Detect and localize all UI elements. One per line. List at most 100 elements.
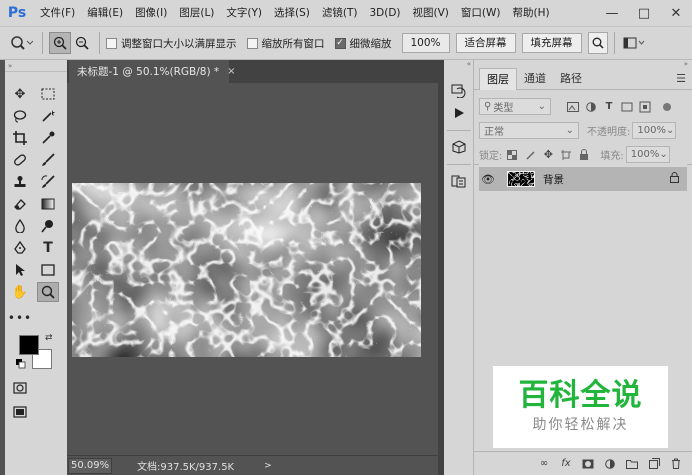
zoom-out-button[interactable]	[71, 32, 93, 54]
hand-tool[interactable]: ✋	[9, 282, 31, 302]
fill-field[interactable]: 100% ⌄	[625, 146, 670, 163]
minimize-button[interactable]: —	[596, 0, 628, 26]
shape-filter-icon[interactable]	[619, 99, 635, 115]
link-icon[interactable]: ∞	[536, 456, 552, 472]
new-layer-icon[interactable]	[646, 456, 662, 472]
move-tool[interactable]: ✥	[9, 84, 31, 104]
brush-tool[interactable]	[37, 150, 59, 170]
crop-tool[interactable]	[9, 128, 31, 148]
restore-button[interactable]: □	[628, 0, 660, 26]
image-canvas[interactable]	[72, 183, 421, 357]
menu-layer[interactable]: 图层(L)	[173, 0, 220, 26]
panel-menu-icon[interactable]: ☰	[676, 72, 686, 85]
status-menu-arrow[interactable]: >	[264, 461, 272, 471]
tab-channels[interactable]: 通道	[517, 68, 553, 90]
smart-object-filter-icon[interactable]	[637, 99, 653, 115]
eye-visibility-icon[interactable]: 👁	[479, 173, 497, 186]
checkbox-checked[interactable]: ✓	[334, 37, 346, 49]
menu-view[interactable]: 视图(V)	[407, 0, 455, 26]
menu-file[interactable]: 文件(F)	[34, 0, 81, 26]
healing-brush-tool[interactable]	[9, 150, 31, 170]
history-brush-tool[interactable]	[37, 172, 59, 192]
menu-image[interactable]: 图像(I)	[129, 0, 173, 26]
magic-wand-tool[interactable]	[37, 106, 59, 126]
fill-screen-button[interactable]: 填充屏幕	[521, 33, 582, 53]
tab-layers[interactable]: 图层	[479, 68, 517, 90]
edit-toolbar-button[interactable]: •••	[8, 308, 31, 328]
eyedropper-tool[interactable]	[37, 128, 59, 148]
filter-kind-select[interactable]: ⚲ 类型 ⌄	[479, 98, 551, 115]
close-tab-icon[interactable]: ×	[227, 66, 235, 77]
quick-mask-button[interactable]	[9, 378, 31, 398]
resize-windows-checkbox[interactable]: 调整窗口大小以满屏显示	[106, 36, 237, 51]
close-window-button[interactable]: ✕	[660, 0, 692, 26]
document-tab[interactable]: 未标题-1 @ 50.1%(RGB/8) * ×	[69, 60, 236, 83]
rectangle-tool[interactable]	[37, 260, 59, 280]
menu-filter[interactable]: 滤镜(T)	[316, 0, 364, 26]
gradient-tool[interactable]	[37, 194, 59, 214]
path-selection-tool[interactable]	[9, 260, 31, 280]
mask-icon[interactable]	[580, 456, 596, 472]
eraser-tool[interactable]	[9, 194, 31, 214]
zoom-percent-field[interactable]: 100%	[401, 33, 450, 53]
stamp-tool[interactable]	[9, 172, 31, 192]
adjustment-filter-icon[interactable]	[583, 99, 599, 115]
screen-mode-button[interactable]	[9, 402, 31, 422]
lock-all-icon[interactable]	[576, 147, 592, 163]
opacity-field[interactable]: 100% ⌄	[632, 122, 677, 139]
zoom-status-field[interactable]: 50.09%	[68, 457, 112, 474]
fit-screen-button[interactable]: 适合屏幕	[455, 33, 516, 53]
fx-icon[interactable]: fx	[558, 456, 574, 472]
dock-collapse-icon[interactable]: «	[444, 60, 474, 70]
filter-toggle-icon[interactable]	[659, 99, 675, 115]
lock-position-icon[interactable]: ✥	[540, 147, 556, 163]
screen-mode-icon	[13, 406, 27, 418]
properties-panel-button[interactable]	[448, 170, 470, 192]
swap-colors-icon[interactable]: ⇄	[45, 333, 53, 343]
tool-preset-picker[interactable]	[6, 32, 36, 54]
zoom-tool-active[interactable]	[37, 282, 59, 302]
trash-icon[interactable]	[668, 456, 684, 472]
actions-panel-button[interactable]	[448, 102, 470, 124]
history-panel-button[interactable]	[448, 80, 470, 102]
stamp-icon	[14, 176, 26, 187]
cube-icon	[452, 140, 466, 154]
3d-panel-button[interactable]	[448, 136, 470, 158]
pixel-filter-icon[interactable]	[565, 99, 581, 115]
folder-icon[interactable]	[624, 456, 640, 472]
menu-help[interactable]: 帮助(H)	[507, 0, 556, 26]
panel-collapse-icon[interactable]: »	[474, 60, 692, 68]
lock-transparency-icon[interactable]	[504, 147, 520, 163]
type-tool[interactable]: T	[37, 238, 59, 258]
layer-row[interactable]: 👁 背景	[479, 167, 687, 191]
type-filter-icon[interactable]: T	[601, 99, 617, 115]
checkbox-box[interactable]	[246, 37, 258, 49]
menu-select[interactable]: 选择(S)	[268, 0, 316, 26]
marquee-tool[interactable]	[37, 84, 59, 104]
collapse-icon[interactable]: »	[8, 62, 12, 70]
checkbox-box[interactable]	[106, 37, 117, 49]
scrubby-zoom-checkbox[interactable]: ✓ 细微缩放	[334, 36, 392, 51]
menu-edit[interactable]: 编辑(E)	[81, 0, 129, 26]
zoom-all-windows-checkbox[interactable]: 缩放所有窗口	[246, 36, 325, 51]
workspace-switcher[interactable]	[621, 32, 647, 54]
default-colors-icon[interactable]	[16, 359, 26, 369]
blend-mode-select[interactable]: 正常 ⌄	[479, 122, 579, 139]
search-button[interactable]	[587, 32, 608, 54]
zoom-in-button[interactable]	[49, 32, 71, 54]
menu-window[interactable]: 窗口(W)	[455, 0, 507, 26]
toolbox-grip[interactable]: »	[5, 60, 67, 72]
lasso-tool[interactable]	[9, 106, 31, 126]
lock-artboard-icon[interactable]	[558, 147, 574, 163]
menu-type[interactable]: 文字(Y)	[220, 0, 268, 26]
menu-3d[interactable]: 3D(D)	[363, 0, 406, 26]
lock-pixels-icon[interactable]	[522, 147, 538, 163]
adjustment-icon[interactable]	[602, 456, 618, 472]
layer-thumbnail	[507, 171, 535, 187]
pen-tool[interactable]	[9, 238, 31, 258]
foreground-color-swatch[interactable]	[19, 335, 39, 355]
canvas-area[interactable]	[67, 83, 438, 455]
tab-paths[interactable]: 路径	[553, 68, 589, 90]
dodge-tool[interactable]	[37, 216, 59, 236]
blur-tool[interactable]	[9, 216, 31, 236]
